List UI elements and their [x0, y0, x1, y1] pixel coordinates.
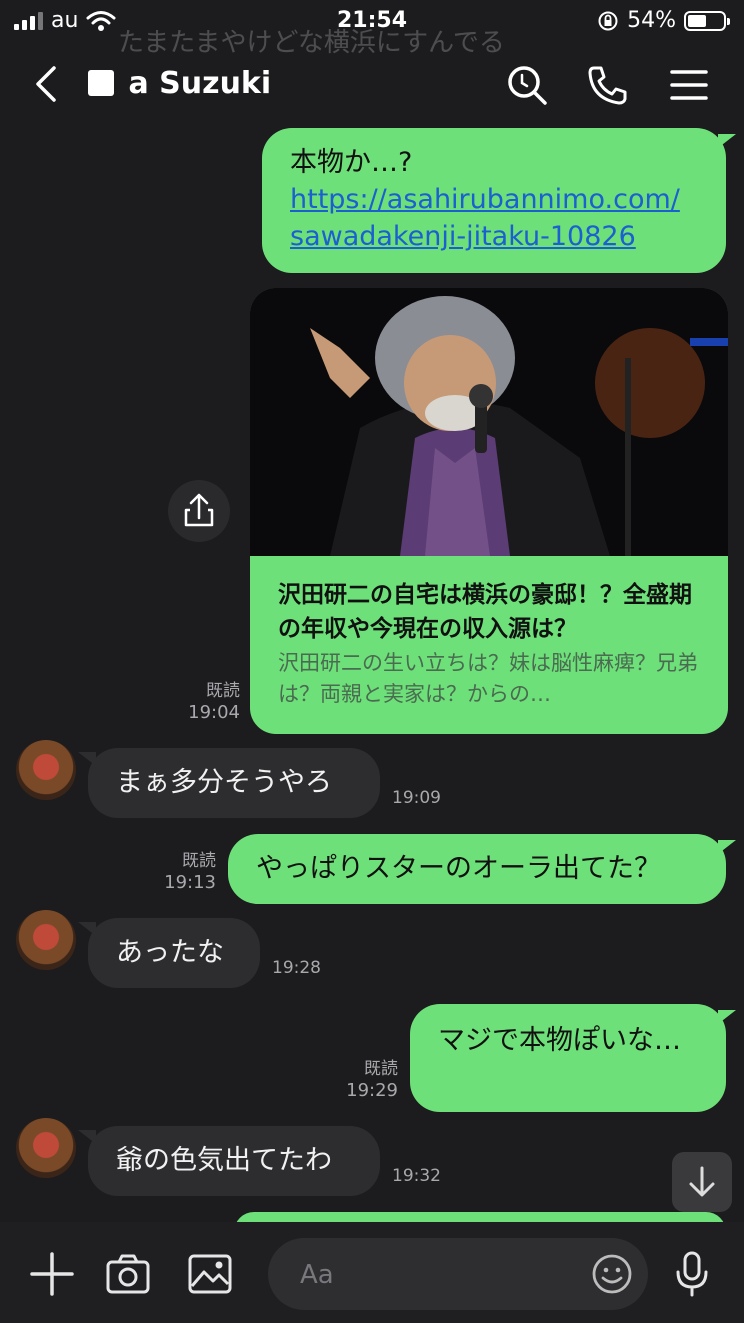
message-text: 本物か…?	[290, 147, 413, 178]
outgoing-message-bubble[interactable]: やっぱりスターのオーラ出てた？	[228, 834, 726, 904]
message-text: やっぱりスターのオーラ出てた？	[256, 853, 661, 884]
read-receipt: 既読	[364, 1059, 398, 1079]
link-line: sawadakenji-jitaku-10826	[290, 221, 636, 252]
bubble-tail	[78, 752, 96, 766]
share-icon	[184, 493, 214, 527]
chat-header: a Suzuki	[0, 44, 744, 126]
link-preview-card[interactable]: 沢田研二の自宅は横浜の豪邸！？全盛期の年収や今現在の収入源は？ 沢田研二の生い立…	[250, 288, 728, 734]
bubble-tail	[718, 840, 736, 854]
menu-icon[interactable]	[666, 62, 712, 108]
message-text: 爺の色気出てたわ	[116, 1145, 332, 1176]
contact-name[interactable]: a Suzuki	[88, 66, 271, 101]
link-preview-title: 沢田研二の自宅は横浜の豪邸！？全盛期の年収や今現在の収入源は？	[278, 582, 692, 642]
plus-icon[interactable]	[28, 1250, 76, 1298]
chevron-left-icon[interactable]	[28, 64, 68, 104]
battery-percent: 54%	[627, 8, 676, 33]
emoji-icon[interactable]	[590, 1252, 634, 1296]
avatar[interactable]	[16, 910, 76, 970]
share-button[interactable]	[168, 480, 230, 542]
incoming-message-bubble[interactable]: まぁ多分そうやろ	[88, 748, 380, 818]
read-receipt: 既読	[206, 681, 240, 701]
outgoing-message-bubble[interactable]: 本物か…? https://asahirubannimo.com/ sawada…	[262, 128, 726, 273]
message-input[interactable]	[298, 1254, 562, 1296]
message-input-field[interactable]	[268, 1238, 648, 1310]
message-input-bar	[0, 1222, 744, 1323]
incoming-message-bubble[interactable]: 爺の色気出てたわ	[88, 1126, 380, 1196]
message-time: 19:04	[188, 702, 240, 723]
message-meta: 既読 19:29	[328, 1058, 398, 1102]
link-preview-image	[250, 288, 728, 556]
redacted-block	[88, 70, 114, 96]
read-receipt: 既読	[182, 851, 216, 871]
message-text: まぁ多分そうやろ	[116, 767, 332, 798]
avatar[interactable]	[16, 1118, 76, 1178]
mic-icon[interactable]	[668, 1250, 716, 1298]
rotation-lock-icon	[598, 11, 618, 30]
message-text: あったな	[116, 937, 224, 968]
message-time: 19:29	[346, 1080, 398, 1101]
battery-icon	[684, 10, 730, 31]
outgoing-message-bubble[interactable]: マジで本物ぽいな…	[410, 1004, 726, 1112]
search-icon[interactable]	[504, 62, 550, 108]
arrow-down-icon	[689, 1166, 715, 1197]
link-preview-description: 沢田研二の生い立ちは？妹は脳性麻痺？兄弟は？両親と実家は？からの…	[278, 651, 698, 706]
camera-icon[interactable]	[104, 1250, 152, 1298]
message-meta: 既読 19:13	[150, 850, 216, 894]
message-meta: 既読 19:04	[170, 680, 240, 724]
message-time: 19:09	[392, 788, 441, 808]
bubble-tail	[78, 1130, 96, 1144]
avatar[interactable]	[16, 740, 76, 800]
message-time: 19:28	[272, 958, 321, 978]
bubble-tail	[78, 922, 96, 936]
bubble-tail	[718, 1010, 736, 1024]
message-link[interactable]: https://asahirubannimo.com/ sawadakenji-…	[290, 181, 726, 255]
image-icon[interactable]	[186, 1250, 234, 1298]
message-time: 19:13	[164, 872, 216, 893]
message-text: マジで本物ぽいな…	[438, 1025, 681, 1056]
bubble-tail	[718, 134, 736, 148]
link-line: https://asahirubannimo.com/	[290, 184, 680, 215]
incoming-message-bubble[interactable]: あったな	[88, 918, 260, 988]
phone-icon[interactable]	[584, 62, 630, 108]
message-time: 19:32	[392, 1166, 441, 1186]
scroll-to-bottom-button[interactable]	[672, 1152, 732, 1212]
